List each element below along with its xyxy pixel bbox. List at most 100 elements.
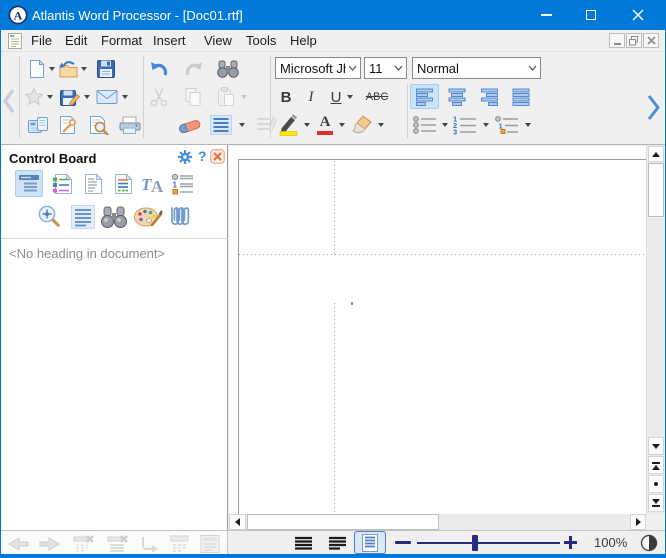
cb-fields-pane-button[interactable] xyxy=(109,170,137,197)
cb-headings-pane-button[interactable] xyxy=(15,170,43,197)
bullet-list-button[interactable] xyxy=(411,112,439,138)
email-dropdown[interactable] xyxy=(120,84,129,110)
control-board-close-icon[interactable] xyxy=(210,149,225,164)
favorites-dropdown[interactable] xyxy=(45,84,54,110)
save-as-dropdown[interactable] xyxy=(82,84,91,110)
highlight-button[interactable] xyxy=(277,112,301,138)
cb-colors-pane-button[interactable] xyxy=(132,202,164,231)
document-window-icon[interactable] xyxy=(7,32,24,50)
style-combobox[interactable]: Normal xyxy=(412,57,541,79)
italic-button[interactable]: I xyxy=(304,84,318,110)
paste-button[interactable] xyxy=(213,84,239,110)
align-center-button[interactable] xyxy=(442,84,471,110)
heading-list-button[interactable] xyxy=(167,533,193,554)
previous-page-button[interactable] xyxy=(648,456,664,474)
underline-button[interactable]: U xyxy=(328,84,344,110)
print-preview-button[interactable] xyxy=(85,112,113,138)
cb-styles-pane-button[interactable] xyxy=(49,170,77,197)
web-view-button[interactable] xyxy=(324,533,350,553)
copy-button[interactable] xyxy=(181,84,205,110)
heading-forward-button[interactable] xyxy=(37,533,63,554)
page-layout-view-button[interactable] xyxy=(354,531,386,554)
find-button[interactable] xyxy=(215,56,241,82)
horizontal-scrollbar-thumb[interactable] xyxy=(247,514,439,530)
underline-dropdown[interactable] xyxy=(345,84,354,110)
control-board-settings-gear-icon[interactable] xyxy=(177,149,193,165)
demote-heading-button[interactable] xyxy=(135,533,161,554)
scroll-down-button[interactable] xyxy=(648,437,664,455)
redo-button[interactable] xyxy=(182,56,206,82)
zoom-slider-track[interactable] xyxy=(417,542,560,544)
cut-button[interactable] xyxy=(147,84,171,110)
highlight-dropdown[interactable] xyxy=(302,112,311,138)
multilevel-list-dropdown[interactable] xyxy=(523,112,532,138)
menu-file[interactable]: File xyxy=(29,30,54,51)
window-minimize-button[interactable] xyxy=(526,0,566,30)
new-document-dropdown[interactable] xyxy=(47,56,56,82)
page-color-contrast-icon[interactable] xyxy=(640,534,658,552)
draft-view-button[interactable] xyxy=(290,533,316,553)
horizontal-scrollbar[interactable] xyxy=(229,514,646,530)
window-close-button[interactable] xyxy=(618,0,658,30)
cb-fonts-pane-button[interactable]: T A xyxy=(139,170,167,197)
font-size-combobox[interactable]: 11 xyxy=(364,57,407,79)
mdi-minimize-button[interactable] xyxy=(609,33,625,48)
numbered-list-button[interactable]: 1 2 3 xyxy=(451,112,479,138)
erase-formatting-button[interactable] xyxy=(175,112,205,138)
align-left-button[interactable] xyxy=(410,84,439,109)
menu-view[interactable]: View xyxy=(202,30,234,51)
save-button[interactable] xyxy=(94,56,118,82)
cb-find-pane-button[interactable] xyxy=(98,202,130,231)
cb-clips-pane-button[interactable] xyxy=(166,202,196,231)
strikethrough-button[interactable]: ABC xyxy=(359,84,395,110)
email-button[interactable] xyxy=(94,84,120,110)
mdi-close-button[interactable] xyxy=(643,33,659,48)
full-expand-button[interactable] xyxy=(197,533,223,554)
format-painter-dropdown[interactable] xyxy=(376,112,385,138)
justify-button[interactable] xyxy=(506,84,535,110)
heading-back-button[interactable] xyxy=(5,533,31,554)
print-button[interactable] xyxy=(115,112,145,138)
mdi-restore-button[interactable] xyxy=(626,33,642,48)
line-spacing-button[interactable] xyxy=(207,112,235,138)
open-button[interactable] xyxy=(57,56,79,82)
cb-lists-pane-button[interactable]: 1 xyxy=(169,170,197,197)
font-color-dropdown[interactable] xyxy=(337,112,346,138)
scroll-right-button[interactable] xyxy=(630,514,646,530)
clipboard-panel-button[interactable] xyxy=(25,112,51,138)
control-board-help-icon[interactable]: ? xyxy=(198,148,207,164)
numbered-list-dropdown[interactable] xyxy=(481,112,490,138)
delete-subheadings-button[interactable] xyxy=(105,533,131,554)
menu-format[interactable]: Format xyxy=(99,30,144,51)
menu-help[interactable]: Help xyxy=(288,30,319,51)
document-options-button[interactable] xyxy=(55,112,81,138)
select-browse-object-button[interactable] xyxy=(648,475,664,493)
more-toolbars-chevron-icon[interactable] xyxy=(646,94,661,121)
bullet-list-dropdown[interactable] xyxy=(440,112,449,138)
format-painter-button[interactable] xyxy=(349,112,375,138)
vertical-scrollbar[interactable] xyxy=(646,145,665,514)
line-spacing-dropdown[interactable] xyxy=(237,112,246,138)
menu-edit[interactable]: Edit xyxy=(63,30,89,51)
menu-tools[interactable]: Tools xyxy=(244,30,278,51)
zoom-out-button[interactable] xyxy=(395,541,411,544)
menu-insert[interactable]: Insert xyxy=(151,30,188,51)
bold-button[interactable]: B xyxy=(277,84,295,110)
paste-dropdown[interactable] xyxy=(239,84,248,110)
cb-zoom-pane-button[interactable] xyxy=(34,202,64,231)
font-color-button[interactable]: A xyxy=(314,112,336,138)
cb-paragraph-pane-button[interactable] xyxy=(68,202,98,231)
vertical-scrollbar-thumb[interactable] xyxy=(648,163,664,217)
zoom-slider-thumb[interactable] xyxy=(472,535,478,551)
zoom-in-button[interactable] xyxy=(562,534,579,551)
previous-toolbars-chevron-icon[interactable] xyxy=(2,88,16,114)
align-right-button[interactable] xyxy=(474,84,503,110)
cb-clipboard-pane-button[interactable] xyxy=(79,170,107,197)
window-maximize-button[interactable] xyxy=(571,0,611,30)
favorites-button[interactable] xyxy=(23,84,45,110)
save-as-button[interactable] xyxy=(58,84,82,110)
font-family-combobox[interactable]: Microsoft Jh xyxy=(275,57,361,79)
multilevel-list-button[interactable]: 1 xyxy=(492,112,522,138)
document-viewport[interactable] xyxy=(229,146,646,514)
next-page-button[interactable] xyxy=(648,494,664,512)
